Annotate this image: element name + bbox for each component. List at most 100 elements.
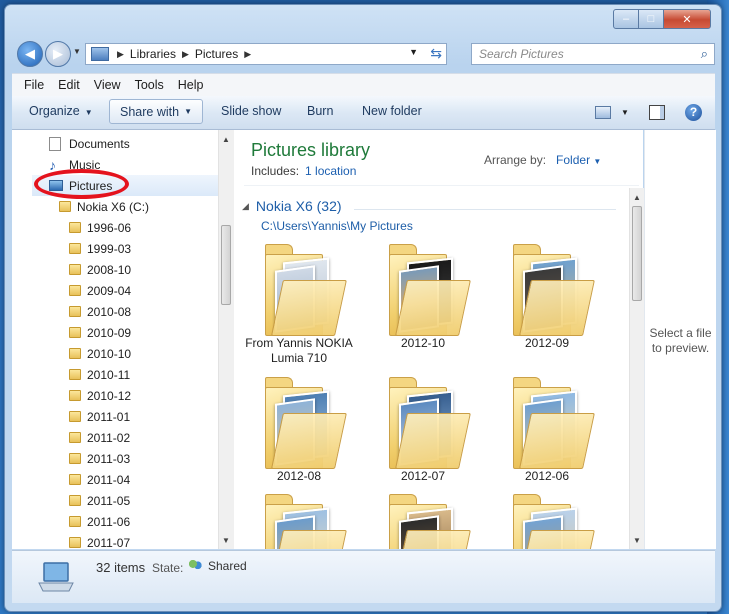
navigation-pane: Documents ♪ Music Pictures Nokia X6 (C:) … — [12, 130, 218, 549]
folder-label: 2012-06 — [524, 469, 570, 483]
view-options-button[interactable]: ▼ — [595, 102, 629, 122]
share-with-button[interactable]: Share with ▼ — [109, 99, 203, 124]
folder-thumbnail-icon — [513, 373, 595, 469]
nav-folder-item[interactable]: 2011-01 — [69, 406, 130, 427]
address-dropdown-icon[interactable]: ▼ — [409, 47, 418, 57]
status-bar: 32 items State: Shared — [12, 550, 715, 603]
nav-folder-item[interactable]: 2011-05 — [69, 490, 130, 511]
group-header[interactable]: ◢ Nokia X6 (32) — [242, 198, 342, 214]
nav-label: 1996-06 — [87, 220, 132, 235]
nav-label: 2010-12 — [87, 388, 132, 403]
nav-folder-item[interactable]: 2011-02 — [69, 427, 130, 448]
folder-tile[interactable] — [368, 490, 478, 549]
menu-file[interactable]: File — [24, 78, 44, 92]
folder-tile[interactable] — [244, 490, 354, 549]
menu-help[interactable]: Help — [178, 78, 204, 92]
breadcrumb-chevron-icon[interactable]: ▶ — [244, 49, 251, 60]
nav-label: 2008-10 — [87, 262, 132, 277]
collapse-triangle-icon[interactable]: ◢ — [242, 201, 249, 212]
maximize-button[interactable]: □ — [638, 9, 664, 29]
scroll-thumb[interactable] — [632, 206, 642, 301]
folder-tile[interactable]: From Yannis NOKIA Lumia 710 — [244, 240, 354, 366]
refresh-icon[interactable]: ⇆ — [430, 45, 442, 62]
slide-show-button[interactable]: Slide show — [221, 104, 281, 118]
folder-thumbnail-icon — [389, 240, 471, 336]
nav-folder-item[interactable]: 2011-06 — [69, 511, 130, 532]
group-name: Nokia X6 (32) — [255, 198, 342, 214]
burn-button[interactable]: Burn — [307, 104, 333, 118]
new-folder-button[interactable]: New folder — [362, 104, 422, 118]
nav-label: 2011-06 — [87, 514, 131, 529]
scroll-thumb[interactable] — [221, 225, 231, 305]
nav-folder-item[interactable]: 1996-06 — [69, 217, 131, 238]
menu-tools[interactable]: Tools — [135, 78, 164, 92]
folder-tile[interactable]: 2012-10 — [368, 240, 478, 366]
menu-edit[interactable]: Edit — [58, 78, 80, 92]
folder-front — [271, 280, 347, 336]
folder-front — [519, 280, 595, 336]
nav-folder-item[interactable]: 2010-11 — [69, 364, 130, 385]
nav-folder-item[interactable]: 2010-08 — [69, 301, 131, 322]
folder-tile[interactable]: 2012-06 — [492, 373, 602, 499]
group-path-link[interactable]: C:\Users\Yannis\My Pictures — [261, 219, 413, 233]
search-input[interactable]: Search Pictures ⌕ — [471, 43, 715, 65]
nav-item-drive[interactable]: Nokia X6 (C:) — [59, 196, 149, 217]
nav-folder-item[interactable]: 2008-10 — [69, 259, 131, 280]
maximize-icon: □ — [647, 13, 655, 25]
locations-link[interactable]: 1 location — [305, 164, 356, 178]
nav-scrollbar[interactable]: ▲ ▼ — [218, 130, 234, 549]
folder-icon — [69, 411, 81, 422]
breadcrumb-chevron-icon[interactable]: ▶ — [117, 49, 124, 60]
folder-front — [395, 530, 471, 549]
nav-folder-item[interactable]: 2010-10 — [69, 343, 131, 364]
folder-icon — [59, 201, 71, 212]
arrange-by-dropdown[interactable]: Folder ▼ — [556, 153, 601, 167]
folder-tile[interactable]: 2012-07 — [368, 373, 478, 499]
scroll-down-icon[interactable]: ▼ — [633, 536, 641, 545]
arrange-value: Folder — [556, 153, 591, 167]
search-icon[interactable]: ⌕ — [701, 46, 708, 62]
close-icon: ✕ — [682, 13, 692, 26]
users-icon — [188, 559, 202, 573]
includes-label: Includes: — [251, 164, 300, 178]
nav-folder-item[interactable]: 2011-03 — [69, 448, 130, 469]
nav-folder-item[interactable]: 1999-03 — [69, 238, 131, 259]
folder-tile[interactable]: 2012-08 — [244, 373, 354, 499]
folder-label: From Yannis NOKIA Lumia 710 — [245, 336, 353, 365]
folder-front — [519, 530, 595, 549]
music-icon: ♪ — [49, 156, 56, 173]
nav-folder-item[interactable]: 2010-12 — [69, 385, 131, 406]
folder-thumbnail-icon — [389, 490, 471, 549]
nav-item-documents[interactable]: Documents — [49, 133, 130, 154]
breadcrumb-libraries[interactable]: Libraries — [130, 47, 176, 61]
scroll-up-icon[interactable]: ▲ — [633, 193, 641, 202]
folder-thumbnail-icon — [513, 240, 595, 336]
minimize-button[interactable]: – — [613, 9, 639, 29]
organize-button[interactable]: Organize ▼ — [29, 104, 93, 118]
scroll-down-icon[interactable]: ▼ — [222, 536, 230, 545]
nav-folder-item[interactable]: 2011-04 — [69, 469, 130, 490]
nav-folder-item[interactable]: 2010-09 — [69, 322, 131, 343]
folder-icon — [69, 495, 81, 506]
explorer-window: – □ ✕ ◀ ▶ ▼ ▶ Libraries ▶ Pictures ▶ ▼ ⇆… — [4, 4, 722, 612]
breadcrumb-pictures[interactable]: Pictures — [195, 47, 238, 61]
nav-label: 2010-09 — [87, 325, 132, 340]
folder-tile[interactable] — [492, 490, 602, 549]
help-button[interactable]: ? — [685, 102, 702, 122]
minimize-icon: – — [622, 13, 630, 25]
scroll-up-icon[interactable]: ▲ — [222, 135, 230, 144]
menu-bar: File Edit View Tools Help — [12, 73, 715, 96]
preview-pane-button[interactable] — [649, 102, 665, 122]
address-bar[interactable]: ▶ Libraries ▶ Pictures ▶ ▼ ⇆ — [85, 43, 447, 65]
includes-line: Includes: 1 location — [251, 164, 356, 178]
folder-tile[interactable]: 2012-09 — [492, 240, 602, 366]
close-button[interactable]: ✕ — [663, 9, 711, 29]
nav-folder-item[interactable]: 2011-07 — [69, 532, 130, 549]
back-button[interactable]: ◀ — [17, 41, 43, 67]
nav-folder-item[interactable]: 2009-04 — [69, 280, 131, 301]
breadcrumb-chevron-icon[interactable]: ▶ — [182, 49, 189, 60]
recent-pages-dropdown-icon[interactable]: ▼ — [73, 47, 81, 56]
menu-view[interactable]: View — [94, 78, 121, 92]
content-scrollbar[interactable]: ▲ ▼ — [629, 188, 645, 549]
forward-button[interactable]: ▶ — [45, 41, 71, 67]
